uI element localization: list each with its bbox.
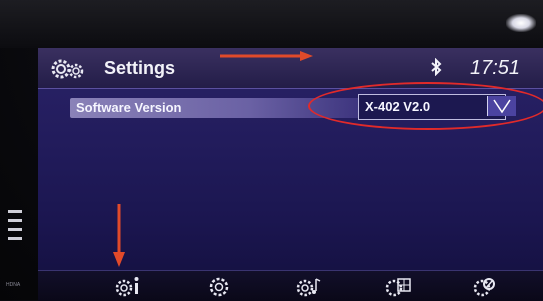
status-led bbox=[506, 14, 536, 32]
tab-sound[interactable] bbox=[470, 275, 500, 297]
equalizer-gear-icon bbox=[470, 275, 500, 297]
brand-label: HDNA bbox=[6, 282, 21, 288]
info-gear-icon bbox=[114, 275, 144, 297]
music-gear-icon bbox=[294, 275, 324, 297]
clock: 17:51 bbox=[470, 57, 521, 79]
tab-display[interactable] bbox=[384, 275, 414, 297]
annotation-arrow-right bbox=[218, 49, 314, 67]
bottom-tab-bar bbox=[38, 270, 543, 301]
tab-info[interactable] bbox=[114, 275, 144, 297]
display-gear-icon bbox=[384, 275, 414, 297]
annotation-ellipse bbox=[308, 82, 543, 130]
side-hardware-buttons[interactable] bbox=[8, 210, 22, 246]
gear-icon bbox=[204, 275, 234, 297]
annotation-arrow-down bbox=[112, 202, 126, 273]
page-title: Settings bbox=[104, 58, 176, 78]
bluetooth-icon bbox=[430, 57, 442, 81]
tab-audio[interactable] bbox=[294, 275, 324, 297]
bezel-top bbox=[0, 0, 543, 48]
software-version-label: Software Version bbox=[76, 100, 182, 115]
gear-icon bbox=[50, 58, 94, 85]
tab-settings[interactable] bbox=[204, 275, 234, 297]
